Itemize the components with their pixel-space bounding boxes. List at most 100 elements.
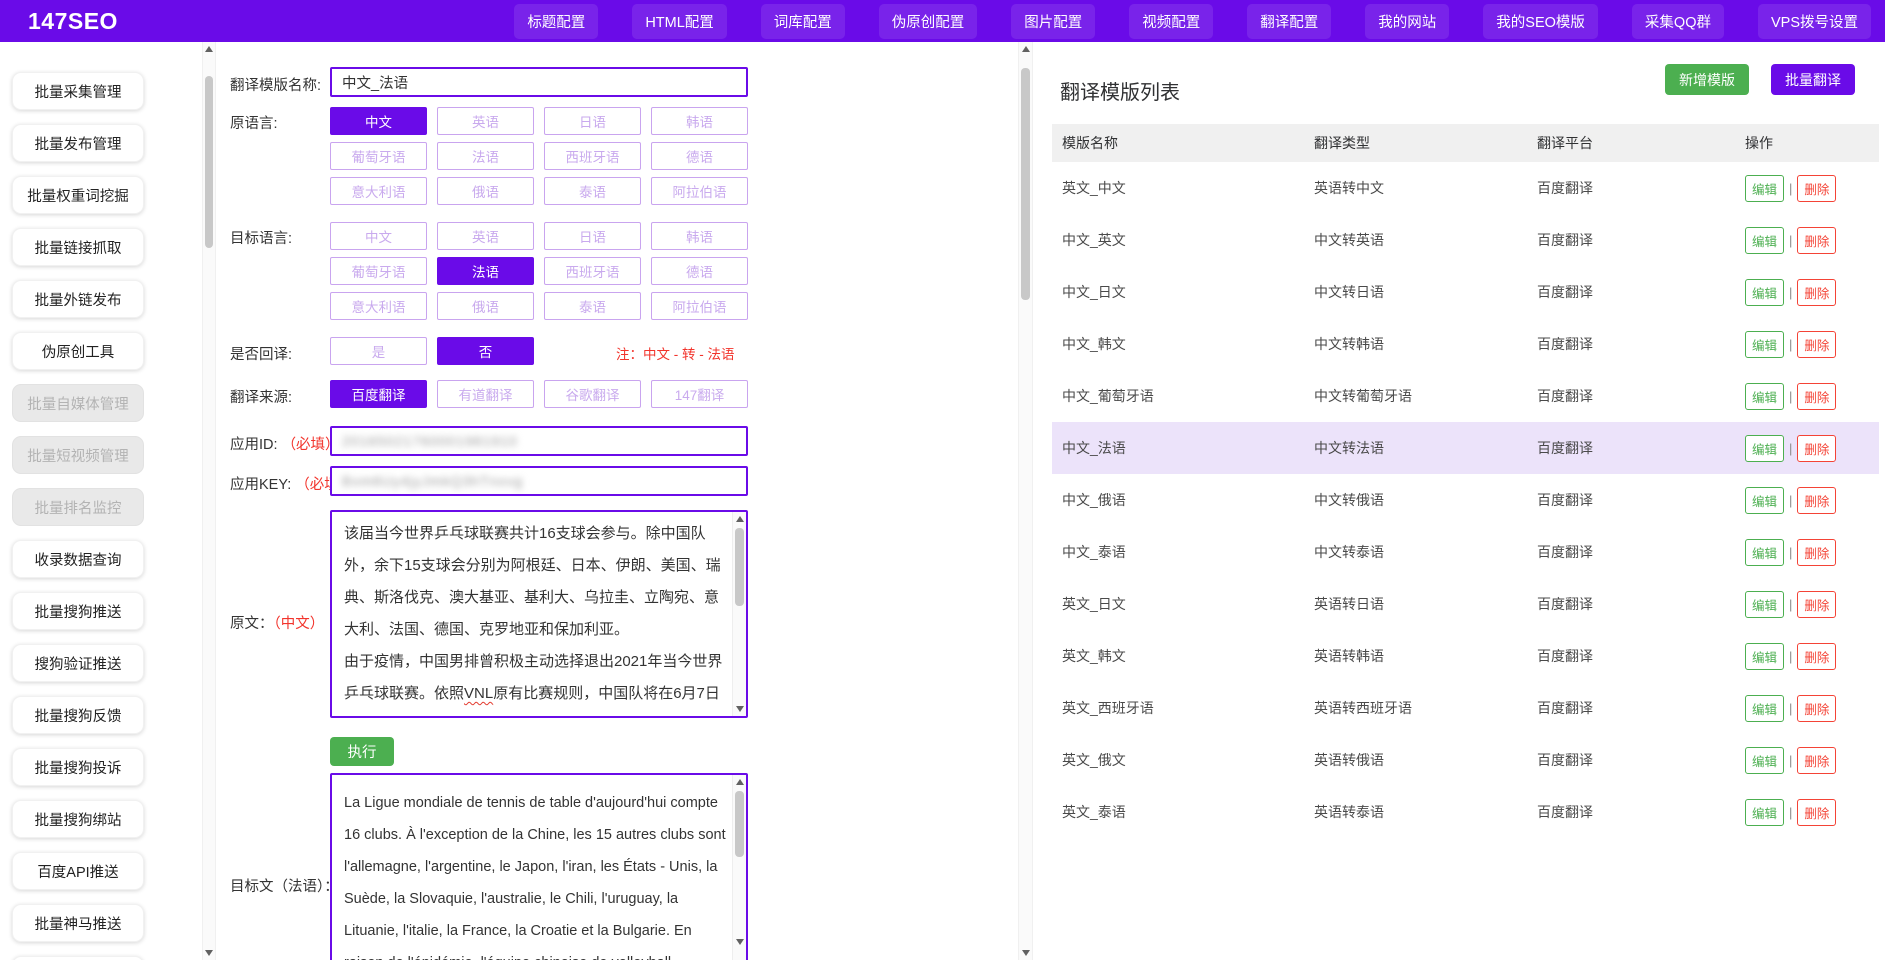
scroll-up-arrow[interactable] [203, 42, 215, 56]
delete-button[interactable]: 删除 [1797, 539, 1836, 566]
sidebar-item[interactable]: 批量搜狗反馈 [12, 696, 144, 734]
nav-item[interactable]: 图片配置 [1011, 4, 1095, 39]
translate-source-option[interactable]: 147翻译 [651, 380, 748, 408]
nav-item[interactable]: 翻译配置 [1247, 4, 1331, 39]
delete-button[interactable]: 删除 [1797, 643, 1836, 670]
form-scrollbar[interactable] [1018, 42, 1033, 960]
delete-button[interactable]: 删除 [1797, 747, 1836, 774]
delete-button[interactable]: 删除 [1797, 175, 1836, 202]
translate-source-option[interactable]: 有道翻译 [437, 380, 534, 408]
delete-button[interactable]: 删除 [1797, 591, 1836, 618]
source-text-area[interactable]: 该届当今世界乒乓球联赛共计16支球会参与。除中国队外，余下15支球会分别为阿根廷… [330, 510, 748, 718]
source-lang-option[interactable]: 德语 [651, 142, 748, 170]
sidebar-item[interactable]: 批量发布管理 [12, 124, 144, 162]
source-lang-option[interactable]: 西班牙语 [544, 142, 641, 170]
nav-item[interactable]: 我的网站 [1365, 4, 1449, 39]
nav-item[interactable]: HTML配置 [632, 4, 726, 39]
scroll-down-arrow[interactable] [203, 946, 215, 960]
target-text-area[interactable]: La Ligue mondiale de tennis de table d'a… [330, 773, 748, 960]
nav-item[interactable]: 标题配置 [514, 4, 598, 39]
edit-button[interactable]: 编辑 [1745, 695, 1784, 722]
app-id-input[interactable]: 20165021760001981910 [330, 426, 748, 456]
nav-item[interactable]: 我的SEO模版 [1483, 4, 1598, 39]
app-key-input[interactable]: Bxm6Uy4jyJmkQ3hTnxvg [330, 466, 748, 496]
scrollbar-thumb[interactable] [205, 76, 213, 248]
nav-item[interactable]: VPS拨号设置 [1758, 4, 1871, 39]
edit-button[interactable]: 编辑 [1745, 383, 1784, 410]
edit-button[interactable]: 编辑 [1745, 227, 1784, 254]
edit-button[interactable]: 编辑 [1745, 643, 1784, 670]
delete-button[interactable]: 删除 [1797, 227, 1836, 254]
delete-button[interactable]: 删除 [1797, 799, 1836, 826]
edit-button[interactable]: 编辑 [1745, 591, 1784, 618]
target-lang-option[interactable]: 英语 [437, 222, 534, 250]
delete-button[interactable]: 删除 [1797, 331, 1836, 358]
sidebar-item[interactable]: 批量链接抓取 [12, 228, 144, 266]
nav-item[interactable]: 伪原创配置 [879, 4, 978, 39]
scroll-up-arrow[interactable] [1019, 42, 1032, 56]
target-lang-option[interactable]: 法语 [437, 257, 534, 285]
target-lang-option[interactable]: 阿拉伯语 [651, 292, 748, 320]
sidebar-item[interactable]: 批量搜狗绑站 [12, 800, 144, 838]
target-lang-option[interactable]: 德语 [651, 257, 748, 285]
source-lang-option[interactable]: 阿拉伯语 [651, 177, 748, 205]
delete-button[interactable]: 删除 [1797, 435, 1836, 462]
source-lang-option[interactable]: 英语 [437, 107, 534, 135]
source-lang-option[interactable]: 日语 [544, 107, 641, 135]
source-lang-option[interactable]: 中文 [330, 107, 427, 135]
target-lang-option[interactable]: 日语 [544, 222, 641, 250]
scroll-up-arrow[interactable] [733, 775, 746, 789]
edit-button[interactable]: 编辑 [1745, 435, 1784, 462]
edit-button[interactable]: 编辑 [1745, 331, 1784, 358]
delete-button[interactable]: 删除 [1797, 279, 1836, 306]
sidebar-item[interactable]: 批量外链发布 [12, 280, 144, 318]
target-lang-option[interactable]: 葡萄牙语 [330, 257, 427, 285]
source-lang-option[interactable]: 韩语 [651, 107, 748, 135]
template-name-input[interactable] [330, 67, 748, 97]
sidebar-item[interactable]: 批量自媒体管理 [12, 384, 144, 422]
scrollbar-thumb[interactable] [1021, 68, 1030, 300]
back-translate-option[interactable]: 是 [330, 337, 427, 365]
delete-button[interactable]: 删除 [1797, 695, 1836, 722]
sidebar-item[interactable]: 伪原创工具 [12, 332, 144, 370]
sidebar-item[interactable]: 批量搜狗投诉 [12, 748, 144, 786]
scrollbar-thumb[interactable] [735, 528, 744, 606]
target-lang-option[interactable]: 中文 [330, 222, 427, 250]
scroll-down-arrow[interactable] [733, 702, 746, 716]
edit-button[interactable]: 编辑 [1745, 175, 1784, 202]
target-textarea-scrollbar[interactable] [732, 775, 746, 960]
target-lang-option[interactable]: 韩语 [651, 222, 748, 250]
source-lang-option[interactable]: 俄语 [437, 177, 534, 205]
nav-item[interactable]: 采集QQ群 [1632, 4, 1724, 39]
sidebar-item[interactable]: 批量排名监控 [12, 488, 144, 526]
back-translate-option[interactable]: 否 [437, 337, 534, 365]
source-lang-option[interactable]: 葡萄牙语 [330, 142, 427, 170]
edit-button[interactable]: 编辑 [1745, 279, 1784, 306]
source-lang-option[interactable]: 意大利语 [330, 177, 427, 205]
sidebar-item[interactable]: 批量权重词挖掘 [12, 176, 144, 214]
sidebar-item-partial[interactable] [12, 956, 144, 960]
delete-button[interactable]: 删除 [1797, 487, 1836, 514]
edit-button[interactable]: 编辑 [1745, 539, 1784, 566]
add-template-button[interactable]: 新增模版 [1665, 64, 1749, 95]
edit-button[interactable]: 编辑 [1745, 799, 1784, 826]
nav-item[interactable]: 词库配置 [761, 4, 845, 39]
translate-source-option[interactable]: 百度翻译 [330, 380, 427, 408]
edit-button[interactable]: 编辑 [1745, 487, 1784, 514]
scroll-down-arrow[interactable] [733, 935, 746, 949]
target-lang-option[interactable]: 泰语 [544, 292, 641, 320]
source-lang-option[interactable]: 泰语 [544, 177, 641, 205]
scroll-down-arrow[interactable] [1019, 946, 1032, 960]
sidebar-item[interactable]: 批量搜狗推送 [12, 592, 144, 630]
sidebar-item[interactable]: 收录数据查询 [12, 540, 144, 578]
delete-button[interactable]: 删除 [1797, 383, 1836, 410]
target-lang-option[interactable]: 意大利语 [330, 292, 427, 320]
translate-source-option[interactable]: 谷歌翻译 [544, 380, 641, 408]
sidebar-item[interactable]: 批量短视频管理 [12, 436, 144, 474]
source-lang-option[interactable]: 法语 [437, 142, 534, 170]
sidebar-item[interactable]: 批量神马推送 [12, 904, 144, 942]
source-textarea-scrollbar[interactable] [732, 512, 746, 716]
target-lang-option[interactable]: 西班牙语 [544, 257, 641, 285]
scrollbar-thumb[interactable] [735, 791, 744, 857]
edit-button[interactable]: 编辑 [1745, 747, 1784, 774]
